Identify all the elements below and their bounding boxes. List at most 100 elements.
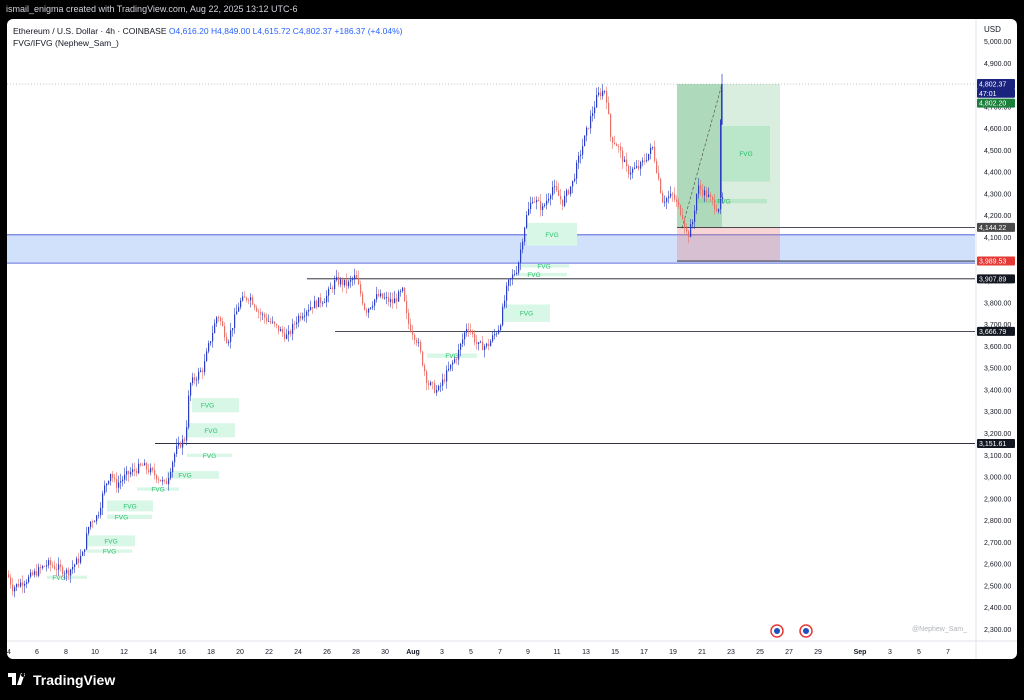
x-tick-label: 19 <box>669 649 677 656</box>
x-tick-label: 6 <box>35 649 39 656</box>
candle-body <box>122 479 124 482</box>
candle-body <box>342 279 344 286</box>
candle-body <box>172 462 174 472</box>
candle-body <box>126 471 128 475</box>
candle-body <box>286 334 288 339</box>
candle-body <box>554 186 556 188</box>
x-tick-label: 7 <box>498 649 502 656</box>
candle-body <box>166 480 168 485</box>
candle-body <box>124 474 126 480</box>
fvg-box <box>192 398 239 413</box>
candle-body <box>664 201 666 203</box>
symbol-name: Ethereum / U.S. Dollar · 4h · COINBASE <box>13 26 167 36</box>
candle-body <box>704 190 706 196</box>
candle-body <box>582 146 584 155</box>
candle-body <box>134 469 136 471</box>
candle-body <box>514 274 516 275</box>
candle-body <box>104 485 106 494</box>
candle-body <box>350 279 352 282</box>
candle-body <box>242 296 244 301</box>
candle-body <box>72 566 74 570</box>
x-tick-label: 3 <box>440 649 444 656</box>
price-tag-label: 4,144.22 <box>979 225 1006 232</box>
candle-body <box>466 328 468 333</box>
candle-body <box>162 479 164 482</box>
candle-body <box>280 329 282 332</box>
candle-body <box>58 564 60 570</box>
candle-body <box>302 316 304 319</box>
candle-body <box>430 382 432 386</box>
candle-body <box>188 395 190 428</box>
price-tag-label: 4,802.37 <box>979 82 1006 89</box>
candle-body <box>42 566 44 569</box>
candle-body <box>660 178 662 193</box>
candle-body <box>562 199 564 206</box>
candle-body <box>178 442 180 446</box>
x-tick-label: 23 <box>727 649 735 656</box>
candle-body <box>674 194 676 200</box>
x-tick-label: 18 <box>207 649 215 656</box>
price-tag-label: 3,151.61 <box>979 441 1006 448</box>
candle-body <box>714 200 716 209</box>
candle-body <box>62 567 64 575</box>
candle-body <box>306 311 308 316</box>
candle-body <box>672 193 674 195</box>
candle-body <box>696 194 698 211</box>
indicator-legend[interactable]: FVG/IFVG (Nephew_Sam_) <box>13 38 119 48</box>
candle-body <box>536 200 538 203</box>
y-tick-label: 4,400.00 <box>984 170 1011 177</box>
candle-body <box>646 159 648 161</box>
candle-body <box>678 201 680 206</box>
candle-body <box>24 583 26 586</box>
candle-body <box>666 198 668 202</box>
candle-body <box>658 172 660 179</box>
x-tick-label: 14 <box>149 649 157 656</box>
candle-body <box>310 307 312 310</box>
x-tick-label: 21 <box>698 649 706 656</box>
candle-body <box>248 299 250 301</box>
candle-body <box>580 154 582 156</box>
candle-body <box>274 321 276 324</box>
x-tick-label: 15 <box>611 649 619 656</box>
fvg-label: FVG <box>545 232 558 239</box>
candle-body <box>638 166 640 169</box>
candle-body <box>318 297 320 308</box>
candle-body <box>282 329 284 333</box>
candle-body <box>278 325 280 332</box>
candle-body <box>86 533 88 550</box>
candle-body <box>68 569 70 576</box>
candle-body <box>106 483 108 486</box>
candle-body <box>460 343 462 350</box>
candle-body <box>116 479 118 488</box>
price-chart[interactable]: USD 2,300.00 2,400.00 2,500.00 2,600.00 2,700… <box>7 19 1017 659</box>
candle-body <box>686 227 688 232</box>
y-tick-label: 3,200.00 <box>984 431 1011 438</box>
candle-body <box>138 463 140 474</box>
candle-body <box>214 323 216 334</box>
candle-body <box>688 231 690 238</box>
candle-body <box>18 583 20 587</box>
candle-body <box>348 281 350 287</box>
symbol-legend: Ethereum / U.S. Dollar · 4h · COINBASE O… <box>13 26 402 36</box>
candle-body <box>472 331 474 334</box>
candle-body <box>120 481 122 483</box>
y-tick-label: 3,000.00 <box>984 475 1011 482</box>
candle-body <box>218 317 220 319</box>
candle-body <box>292 323 294 334</box>
x-tick-label: 20 <box>236 649 244 656</box>
candle-body <box>496 333 498 335</box>
candle-body <box>320 297 322 304</box>
candle-body <box>8 574 10 578</box>
candle-body <box>88 527 90 534</box>
candle-body <box>452 362 454 365</box>
candle-body <box>492 335 494 342</box>
chart-panel[interactable]: USD 2,300.00 2,400.00 2,500.00 2,600.00 2,700… <box>7 19 1017 659</box>
candle-body <box>432 382 434 384</box>
candle-body <box>84 549 86 553</box>
candle-body <box>386 297 388 299</box>
candle-body <box>380 293 382 297</box>
y-tick-label: 2,500.00 <box>984 583 1011 590</box>
y-tick-label: 4,100.00 <box>984 235 1011 242</box>
candle-body <box>550 195 552 199</box>
candle-body <box>228 341 230 344</box>
